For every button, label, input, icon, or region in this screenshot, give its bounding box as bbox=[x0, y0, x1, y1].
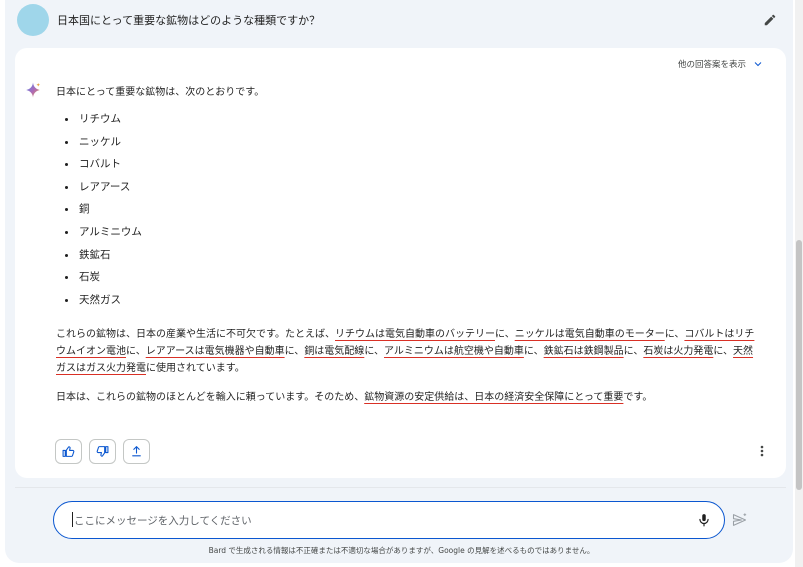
message-input[interactable]: ここにメッセージを入力してください bbox=[53, 501, 725, 539]
list-item: レアアース bbox=[65, 180, 142, 203]
chevron-down-icon bbox=[754, 62, 762, 67]
share-button[interactable] bbox=[123, 439, 150, 464]
list-item: コバルト bbox=[65, 157, 142, 180]
underlined-segment[interactable]: ニッケルは電気自動車のモーター bbox=[515, 329, 665, 340]
thumbs-up-button[interactable] bbox=[55, 439, 82, 464]
scrollbar-thumb[interactable] bbox=[796, 240, 802, 490]
mic-icon[interactable] bbox=[697, 512, 711, 528]
text-segment: に、 bbox=[623, 346, 644, 357]
list-item: 石炭 bbox=[65, 270, 142, 293]
avatar bbox=[17, 4, 49, 36]
text-segment: に、 bbox=[495, 329, 515, 340]
list-item: ニッケル bbox=[65, 135, 142, 158]
underlined-segment[interactable]: 銅は電気配線 bbox=[304, 346, 364, 357]
more-vert-icon[interactable] bbox=[756, 444, 768, 458]
edit-icon[interactable] bbox=[763, 13, 777, 27]
show-drafts-button[interactable]: 他の回答案を表示 bbox=[678, 58, 764, 70]
send-icon[interactable] bbox=[731, 512, 748, 528]
underlined-segment[interactable]: 鉱物資源の安定供給は、日本の経済安全保障にとって重要 bbox=[364, 392, 623, 403]
list-item: リチウム bbox=[65, 112, 142, 135]
text-segment: に、 bbox=[523, 346, 544, 357]
response-intro: 日本にとって重要な鉱物は、次のとおりです。 bbox=[56, 87, 265, 98]
text-segment: です。 bbox=[623, 392, 653, 403]
underlined-segment[interactable]: アルミニウムは航空機や自動車 bbox=[384, 346, 524, 357]
share-icon bbox=[132, 446, 141, 457]
response-card: 他の回答案を表示 日本にとって重要な鉱物は、次のとおりです。 リチウム ニッケル… bbox=[15, 48, 786, 478]
message-input-placeholder: ここにメッセージを入力してください bbox=[74, 515, 252, 527]
disclaimer: Bard で生成される情報は不正確または不適切な場合がありますが、Google … bbox=[208, 546, 595, 555]
user-prompt: 日本国にとって重要な鉱物はどのような種類ですか？ bbox=[57, 14, 321, 27]
response-paragraph-imports: 日本は、これらの鉱物のほとんどを輸入に頼っています。そのため、鉱物資源の安定供給… bbox=[56, 389, 762, 406]
list-item: アルミニウム bbox=[65, 225, 142, 248]
list-item: 天然ガス bbox=[65, 293, 142, 316]
response-actions bbox=[55, 439, 150, 464]
mineral-list: リチウム ニッケル コバルト レアアース 銅 アルミニウム 鉄鉱石 石炭 天然ガ… bbox=[65, 112, 142, 315]
response-paragraph-uses: これらの鉱物は、日本の産業や生活に不可欠です。たとえば、リチウムは電気自動車のバ… bbox=[56, 326, 762, 377]
show-drafts-label: 他の回答案を表示 bbox=[677, 60, 746, 70]
divider bbox=[15, 487, 786, 488]
text-segment: に、 bbox=[284, 346, 305, 357]
text-segment: に、 bbox=[364, 346, 385, 357]
text-segment: これらの鉱物は、日本の産業や生活に不可欠です。たとえば、 bbox=[56, 329, 335, 340]
text-segment: に、 bbox=[664, 329, 685, 340]
text-segment: に、 bbox=[713, 346, 734, 357]
list-item: 鉄鉱石 bbox=[65, 248, 142, 271]
underlined-segment[interactable]: 鉄鉱石は鉄鋼製品 bbox=[544, 346, 624, 357]
text-segment: 日本は、これらの鉱物のほとんどを輸入に頼っています。そのため、 bbox=[56, 392, 365, 403]
thumbs-down-icon bbox=[96, 446, 109, 457]
thumbs-up-icon bbox=[62, 446, 75, 457]
underlined-segment[interactable]: レアアースは電気機器や自動車 bbox=[146, 346, 285, 357]
scrollbar[interactable] bbox=[795, 0, 803, 567]
text-cursor bbox=[72, 512, 73, 527]
underlined-segment[interactable]: リチウムは電気自動車のバッテリー bbox=[335, 329, 495, 340]
sparkle-icon bbox=[26, 82, 41, 98]
underlined-segment[interactable]: 石炭は火力発電 bbox=[643, 346, 713, 357]
thumbs-down-button[interactable] bbox=[89, 439, 116, 464]
text-segment: に使用されています。 bbox=[146, 363, 245, 374]
list-item: 銅 bbox=[65, 202, 142, 225]
text-segment: に、 bbox=[126, 346, 146, 357]
